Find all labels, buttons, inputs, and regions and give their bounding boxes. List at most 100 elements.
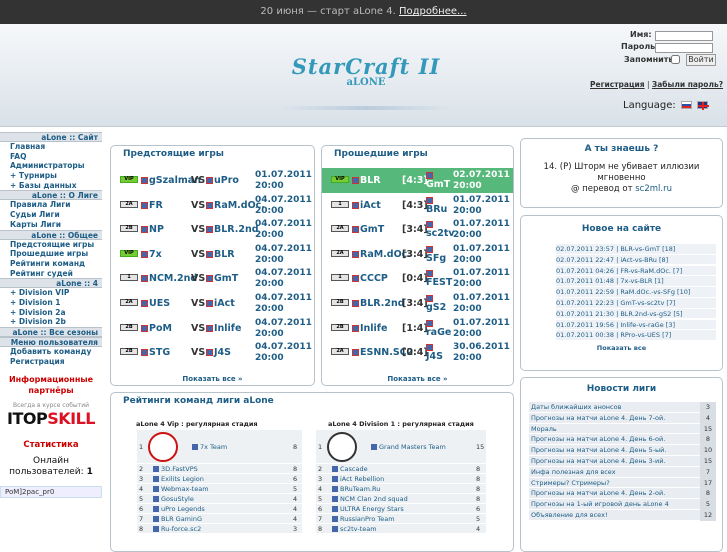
rating-row[interactable]: 1 Grand Masters Team 15 (316, 430, 486, 464)
rating-team[interactable]: 3D.FastVPS (153, 464, 198, 474)
rating-team[interactable]: uPro Legends (153, 504, 205, 514)
team1[interactable]: FR (141, 200, 163, 211)
rating-row[interactable]: 2 Cascade 8 (316, 464, 486, 474)
team2[interactable]: GmT (206, 273, 238, 284)
team2[interactable]: GmT (426, 170, 450, 190)
site-logo[interactable]: StarCraft II aLONE (280, 54, 452, 114)
site-news-show-all[interactable]: Показать все (521, 344, 722, 352)
rating-team[interactable]: RussianPro Team (332, 514, 395, 524)
match-row[interactable]: VIP 7x VS BLR 04.07.2011 20:00 (111, 242, 314, 267)
team1[interactable]: BLR (352, 175, 381, 186)
rating-team[interactable]: BLR GaminG (153, 514, 202, 524)
rating-team[interactable]: Webmax-team (153, 484, 209, 494)
team2[interactable]: raGe (426, 318, 451, 338)
rating-team[interactable]: Grand Masters Team (327, 430, 446, 464)
team2[interactable]: J4S (206, 347, 231, 358)
rating-row[interactable]: 8 sc2tv-team 4 (316, 524, 486, 534)
banner-more-link[interactable]: Подробнее... (399, 6, 467, 17)
sidebar-item[interactable]: + Division 2a (0, 308, 102, 318)
sidebar-item[interactable]: + Турниры (0, 171, 102, 181)
sidebar-item[interactable]: + Division VIP (0, 288, 102, 298)
team1[interactable]: NCM.2nd (141, 273, 197, 284)
forgot-password-link[interactable]: Забыли пароль? (652, 80, 723, 89)
site-news-item[interactable]: 01.07.2011 00:38 | RPro-vs-UES [7] (556, 330, 716, 341)
sidebar-item[interactable]: Прошедшие игры (0, 249, 102, 259)
sidebar-item[interactable]: FAQ (0, 152, 102, 162)
match-row[interactable]: VIP gSzalman VS uPro 01.07.2011 20:00 (111, 168, 314, 193)
team1[interactable]: GmT (352, 224, 384, 235)
match-row[interactable]: 2B PoM VS Inlife 04.07.2011 20:00 (111, 316, 314, 341)
login-button[interactable]: Войти (686, 54, 716, 66)
match-row[interactable]: 2A ESNN.SC2 [0:4] J4S 30.06.2011 20:00 (322, 340, 513, 365)
match-row[interactable]: 1 NCM.2nd VS GmT 04.07.2011 20:00 (111, 266, 314, 291)
rating-team[interactable]: GosuStyle (153, 494, 194, 504)
past-games-title[interactable]: Прошедшие игры (322, 146, 513, 159)
team2[interactable]: FEST (426, 268, 452, 288)
team1[interactable]: Inlife (352, 323, 387, 334)
rating-team[interactable]: Cascade (332, 464, 368, 474)
sidebar-item[interactable]: Судьи Лиги (0, 210, 102, 220)
login-name-input[interactable] (655, 31, 713, 41)
team2[interactable]: J4S (426, 342, 443, 362)
match-row[interactable]: 1 CCCP [0:4] FEST 01.07.2011 20:00 (322, 266, 513, 291)
league-news-item[interactable]: Прогнозы на матчи aLone 4. День 6-ой. 8 (529, 434, 716, 446)
team2[interactable]: Inlife (206, 323, 241, 334)
sidebar-item[interactable]: Рейтинг судей (0, 269, 102, 279)
site-news-item[interactable]: 01.07.2011 19:56 | Inlife-vs-raGe [3] (556, 319, 716, 331)
team2[interactable]: gS2 (426, 293, 446, 313)
league-news-item[interactable]: Стримеры? Стримеры? 17 (529, 477, 716, 489)
credit-link[interactable]: sc2ml.ru (635, 184, 672, 194)
team2[interactable]: BLR.2nd (206, 224, 259, 235)
sidebar-section-title[interactable]: aLone :: О Лиге (0, 190, 102, 201)
upcoming-games-title[interactable]: Предстоящие игры (111, 146, 314, 159)
rating-row[interactable]: 3 Exilits Legion 6 (137, 474, 302, 484)
ratings-title[interactable]: Рейтинги команд лиги aLone (111, 393, 513, 406)
team1[interactable]: BLR.2nd (352, 298, 405, 309)
team2[interactable]: sc2tv (426, 219, 455, 239)
team1[interactable]: CCCP (352, 273, 388, 284)
sidebar-section-title[interactable]: aLone :: Все сезоны (0, 327, 102, 337)
sidebar-section-title[interactable]: aLone :: 4 (0, 278, 102, 289)
russian-flag-icon[interactable] (680, 101, 692, 109)
rating-row[interactable]: 2 3D.FastVPS 8 (137, 464, 302, 474)
sidebar-item[interactable]: + Division 2b (0, 317, 102, 327)
past-show-all-link[interactable]: Показать все » (322, 375, 513, 383)
match-row[interactable]: VIP BLR [4:3] GmT 02.07.2011 20:00 (322, 168, 513, 193)
team1[interactable]: STG (141, 347, 170, 358)
ratings-right-title[interactable]: aLone 4 Division 1 : регулярная стадия (328, 420, 474, 428)
rating-row[interactable]: 6 uPro Legends 4 (137, 504, 302, 514)
sidebar-item[interactable]: Рейтинги команд (0, 259, 102, 269)
rating-row[interactable]: 7 BLR GaminG 4 (137, 514, 302, 524)
ratings-left-title[interactable]: aLone 4 Vip : регулярная стадия (136, 420, 258, 428)
team2[interactable]: BLR (206, 249, 235, 260)
itopskill-logo[interactable]: Всегда в курсе событий ITOPSKILL (0, 402, 102, 428)
rating-row[interactable]: 4 Webmax-team 5 (137, 484, 302, 494)
rating-team[interactable]: sc2tv-team (332, 524, 377, 534)
sidebar-item[interactable]: Главная (0, 142, 102, 152)
match-row[interactable]: 2B STG VS J4S 04.07.2011 20:00 (111, 340, 314, 365)
site-news-item[interactable]: 01.07.2011 22:23 | GmT-vs-sc2tv [7] (556, 298, 716, 309)
rating-team[interactable]: BRuTeam.Ru (332, 484, 380, 494)
sidebar-item[interactable]: Регистрация (0, 357, 102, 367)
sidebar-section-title[interactable]: aLone :: Общее (0, 229, 102, 240)
sidebar-item[interactable]: + Базы данных (0, 181, 102, 191)
site-news-item[interactable]: 02.07.2011 23:57 | BLR-vs-GmT [18] (556, 244, 716, 255)
match-row[interactable]: 2A UES VS iAct 04.07.2011 20:00 (111, 291, 314, 316)
rating-team[interactable]: ULTRA Energy Stars (332, 504, 404, 514)
online-user[interactable]: PoM]2pac_pr0 (0, 486, 102, 499)
sidebar-section-title[interactable]: aLone :: Сайт (0, 132, 102, 142)
league-news-item[interactable]: Мораль 15 (529, 423, 716, 435)
site-news-item[interactable]: 01.07.2011 01:48 | 7x-vs-BLR [1] (556, 276, 716, 287)
rating-row[interactable]: 1 7x Team 8 (137, 430, 302, 464)
team1[interactable]: NP (141, 224, 164, 235)
match-row[interactable]: 2B NP VS BLR.2nd 04.07.2011 20:00 (111, 217, 314, 242)
league-news-item[interactable]: Прогнозы на матчи aLone 4. День 2-ой. 8 (529, 488, 716, 500)
login-password-input[interactable] (655, 43, 713, 53)
team1[interactable]: PoM (141, 323, 172, 334)
sidebar-item[interactable]: Добавить команду (0, 347, 102, 357)
rating-team[interactable]: iAct Rebellion (332, 474, 384, 484)
match-row[interactable]: 2A RaM.dOc. [3:4] SFg 01.07.2011 20:00 (322, 242, 513, 267)
team2[interactable]: SFg (426, 244, 446, 264)
site-news-item[interactable]: 02.07.2011 22:47 | iAct-vs-BRu [8] (556, 254, 716, 266)
rating-row[interactable]: 5 GosuStyle 4 (137, 494, 302, 504)
